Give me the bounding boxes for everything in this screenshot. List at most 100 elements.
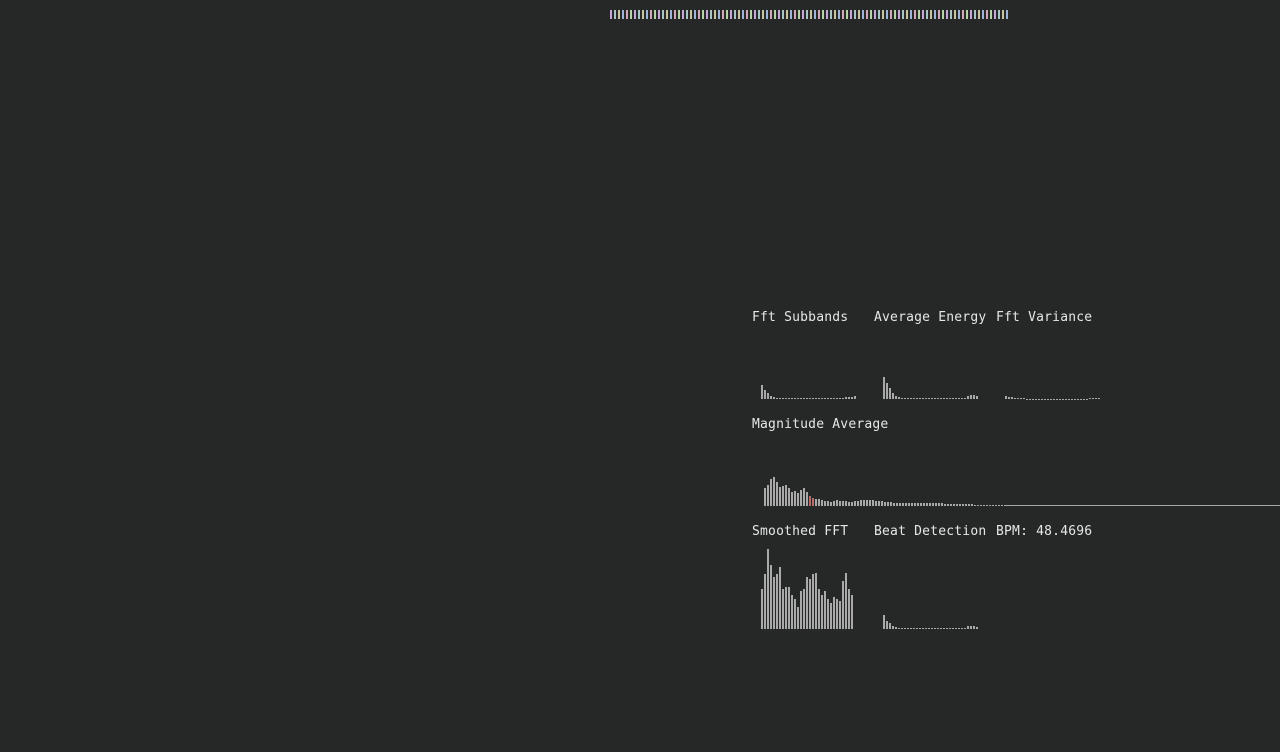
color-strip-bar — [626, 10, 628, 19]
color-strip-bar — [818, 10, 820, 19]
magnitude-average-bar — [923, 503, 925, 506]
magnitude-average-bar — [788, 488, 790, 506]
fft-subbands-bar — [803, 398, 805, 399]
fft-subbands-bar — [773, 397, 775, 399]
fft-subbands-bar — [827, 398, 829, 399]
color-strip-bar — [782, 10, 784, 19]
smoothed-fft-bar — [818, 589, 820, 629]
average-energy-bar — [922, 398, 924, 399]
fft-subbands-bar — [842, 398, 844, 399]
smoothed-fft-bar — [797, 607, 799, 629]
magnitude-average-bar — [842, 501, 844, 506]
color-strip-bar — [826, 10, 828, 19]
smoothed-fft-bar — [779, 567, 781, 629]
magnitude-average-bar — [938, 503, 940, 506]
smoothed-fft-bar — [773, 577, 775, 629]
fft-subbands-bar — [839, 398, 841, 399]
fft-variance-bar — [1053, 399, 1055, 400]
magnitude-average-label: Magnitude Average — [752, 417, 889, 432]
beat-detection-bar — [934, 628, 936, 629]
fft-variance-label: Fft Variance — [996, 310, 1093, 325]
fft-subbands-bar — [830, 398, 832, 399]
smoothed-fft-bar — [830, 603, 832, 629]
magnitude-average-bar — [926, 503, 928, 506]
average-energy-bar — [895, 396, 897, 399]
fft-variance-bar — [1074, 399, 1076, 400]
smoothed-fft-bar — [776, 574, 778, 629]
average-energy-bar — [916, 398, 918, 399]
color-strip-bar — [654, 10, 656, 19]
magnitude-average-bar — [866, 500, 868, 506]
beat-detection-bar — [913, 628, 915, 629]
color-strip-bar — [662, 10, 664, 19]
color-strip-bar — [898, 10, 900, 19]
beat-detection-bar — [904, 628, 906, 629]
beat-detection-bar — [910, 628, 912, 629]
color-strip-bar — [950, 10, 952, 19]
smoothed-fft-bar — [842, 581, 844, 629]
average-energy-bar — [952, 398, 954, 399]
fft-variance-bar — [1044, 399, 1046, 400]
magnitude-average-bar — [779, 487, 781, 506]
magnitude-average-bar — [833, 501, 835, 506]
average-energy-bar — [910, 398, 912, 399]
magnitude-average-bar — [812, 498, 814, 506]
color-strip-bar — [746, 10, 748, 19]
fft-variance-bar — [1011, 397, 1013, 399]
fft-variance-bar — [1047, 399, 1049, 400]
color-strip-bar — [678, 10, 680, 19]
magnitude-average-bar — [974, 505, 976, 506]
beat-detection-bar — [883, 615, 885, 629]
color-strip-bar — [726, 10, 728, 19]
color-strip-bar — [762, 10, 764, 19]
magnitude-average-bar — [809, 496, 811, 506]
fft-variance-bar — [1089, 398, 1091, 399]
magnitude-average-bar — [803, 488, 805, 506]
color-strip-bar — [1006, 10, 1008, 19]
fft-subbands-bar — [788, 398, 790, 399]
magnitude-average-bar — [935, 503, 937, 506]
magnitude-average-bar — [791, 492, 793, 506]
color-strip-bar — [642, 10, 644, 19]
color-strip-bar — [798, 10, 800, 19]
fft-variance-bar — [1026, 399, 1028, 400]
magnitude-average-bar — [911, 503, 913, 506]
smoothed-fft-bar — [785, 587, 787, 629]
color-strip-bar — [766, 10, 768, 19]
beat-detection-bar — [898, 628, 900, 629]
beat-detection-bar — [967, 626, 969, 629]
magnitude-average-bar — [914, 503, 916, 506]
smoothed-fft-bar — [824, 591, 826, 629]
average-energy-bar — [946, 398, 948, 399]
average-energy-bar — [928, 398, 930, 399]
smoothed-fft-bar — [848, 589, 850, 629]
magnitude-average-bar — [944, 504, 946, 506]
fft-subbands-bar — [836, 398, 838, 399]
color-strip-bar — [774, 10, 776, 19]
magnitude-average-bar — [881, 501, 883, 506]
color-strip-bar — [830, 10, 832, 19]
magnitude-average-bar — [854, 501, 856, 506]
color-strip-bar — [946, 10, 948, 19]
fft-variance-bar — [1029, 399, 1031, 400]
color-strip-bar — [906, 10, 908, 19]
beat-detection-label: Beat Detection — [874, 524, 987, 539]
beat-detection-bar — [907, 628, 909, 629]
color-strip-bar — [618, 10, 620, 19]
smoothed-fft-bar — [791, 595, 793, 629]
fft-subbands-bar — [821, 398, 823, 399]
color-strip-bar — [926, 10, 928, 19]
magnitude-average-bar — [1001, 505, 1003, 506]
magnitude-average-bar — [965, 504, 967, 506]
color-strip-bar — [694, 10, 696, 19]
average-energy-bar — [934, 398, 936, 399]
color-strip-bar — [742, 10, 744, 19]
average-energy-bar — [892, 393, 894, 399]
color-strip-bar — [790, 10, 792, 19]
smoothed-fft-bar — [833, 597, 835, 629]
fft-subbands-bar — [791, 398, 793, 399]
average-energy-bar — [931, 398, 933, 399]
magnitude-average-bar — [896, 503, 898, 506]
magnitude-average-bar — [860, 500, 862, 506]
smoothed-fft-bar — [821, 595, 823, 629]
